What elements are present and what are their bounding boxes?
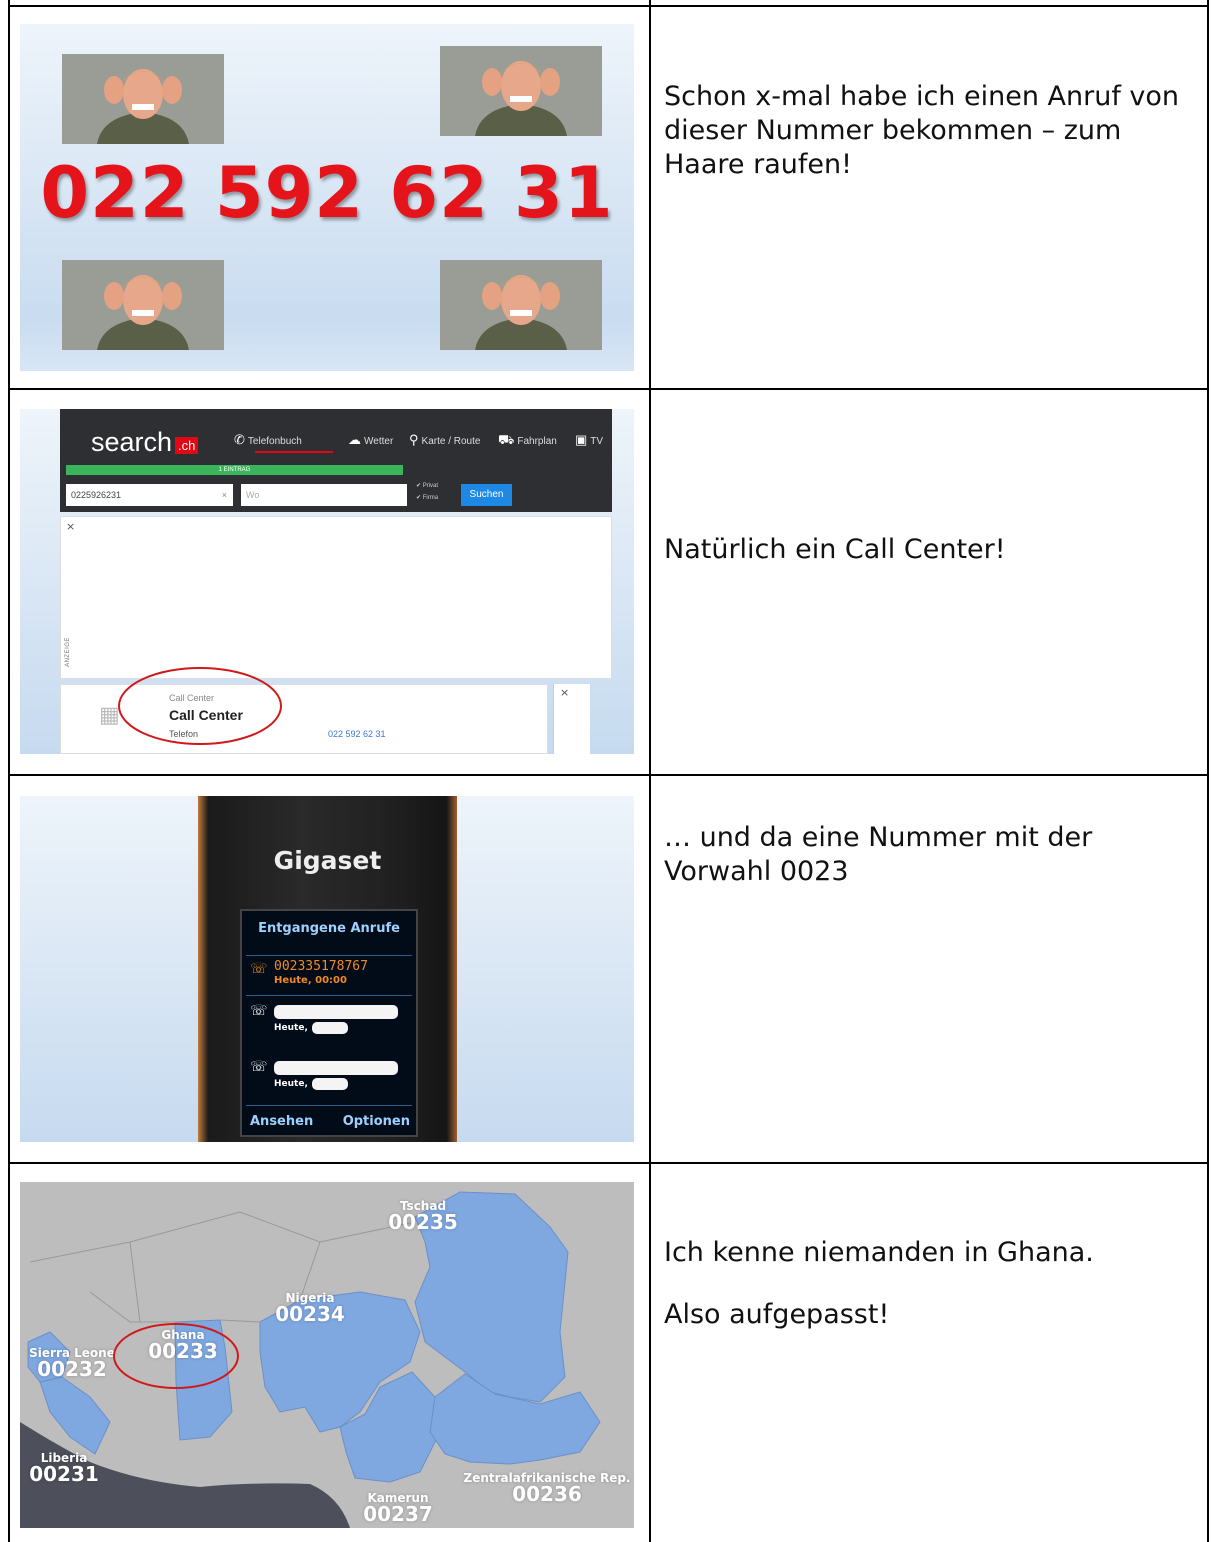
table-border-top: [8, 5, 1209, 7]
row-2-paragraph: Natürlich ein Call Center!: [664, 534, 1006, 565]
gigaset-handset: Gigaset Entgangene Anrufe ☏ 002335178767…: [198, 796, 457, 1142]
clear-icon[interactable]: ×: [222, 484, 227, 506]
missed-call-time: Heute, 00:00: [274, 975, 347, 986]
separator: [246, 995, 412, 996]
nav-karte[interactable]: ⚲ Karte / Route: [409, 432, 480, 448]
angry-man-photo-bottom-right: [440, 260, 602, 350]
result-count-bar: 1 EINTRAG: [66, 465, 403, 475]
map-pin-icon: ⚲: [409, 432, 419, 447]
search-input[interactable]: 0225926231 ×: [66, 484, 233, 506]
label-tschad: Tschad 00235: [388, 1199, 458, 1234]
redacted-time: [312, 1022, 348, 1034]
search-button[interactable]: Suchen: [461, 484, 512, 506]
label-zentralafrikanische-rep: Zentralafrikanische Rep. 00236: [463, 1471, 631, 1506]
ad-label: ANZEIGE: [64, 637, 71, 667]
promo-image: 022 592 62 31: [20, 24, 634, 371]
africa-map: Tschad 00235 Nigeria 00234 Ghana 00233 Sier…: [20, 1182, 634, 1528]
nav-telefonbuch[interactable]: ✆ Telefonbuch: [234, 432, 302, 448]
train-icon: ⛟: [498, 432, 515, 447]
phone-brand: Gigaset: [273, 846, 382, 875]
nav-wetter[interactable]: ☁ Wetter: [348, 432, 393, 448]
red-circle-annotation: [118, 667, 282, 745]
table-border-left: [8, 0, 10, 1542]
where-input[interactable]: Wo: [241, 484, 407, 506]
missed-call-icon: ☏: [250, 1003, 268, 1019]
side-panel: ×: [553, 684, 590, 754]
redacted-time: [312, 1078, 348, 1090]
missed-call-time: Heute,: [274, 1023, 308, 1033]
table-border-right: [1207, 0, 1209, 1542]
label-kamerun: Kamerun 00237: [363, 1491, 433, 1526]
table-border-middle: [649, 0, 651, 1542]
row-4-paragraph-1: Ich kenne niemanden in Ghana.: [664, 1237, 1094, 1268]
nav-active-underline: [255, 451, 333, 453]
row-divider-3: [8, 1162, 1209, 1164]
search-ch-screenshot: search .ch ✆ Telefonbuch ☁ Wetter ⚲ Karte / …: [20, 409, 634, 754]
label-nigeria: Nigeria 00234: [275, 1291, 345, 1326]
checkbox-firma[interactable]: ✔ Firma: [416, 494, 438, 501]
red-circle-annotation: [113, 1323, 239, 1389]
phone-icon: ✆: [234, 432, 245, 447]
row-divider-2: [8, 774, 1209, 776]
checkbox-privat[interactable]: ✔ Privat: [416, 482, 438, 489]
softkey-optionen[interactable]: Optionen: [343, 1114, 410, 1129]
row-3-paragraph: … und da eine Nummer mit der Vorwahl 002…: [664, 822, 1093, 887]
ad-area: × ANZEIGE: [60, 516, 612, 679]
result-phone-number[interactable]: 022 592 62 31: [328, 729, 386, 739]
nav-fahrplan[interactable]: ⛟ Fahrplan: [498, 432, 557, 450]
phone-photo: Gigaset Entgangene Anrufe ☏ 002335178767…: [20, 796, 634, 1142]
separator: [246, 1105, 412, 1106]
label-sierra-leone: Sierra Leone 00232: [29, 1346, 115, 1381]
search-header: search .ch ✆ Telefonbuch ☁ Wetter ⚲ Karte / …: [60, 409, 612, 512]
row-divider-1: [8, 388, 1209, 390]
row-1-paragraph: Schon x-mal habe ich einen Anruf von die…: [664, 81, 1180, 180]
screen-title: Entgangene Anrufe: [258, 921, 400, 936]
row-3-text: … und da eine Nummer mit der Vorwahl 002…: [664, 821, 1194, 917]
row-4-text: Ich kenne niemanden in Ghana. Also aufge…: [664, 1236, 1194, 1360]
redacted-number: [274, 1005, 398, 1019]
redacted-number: [274, 1061, 398, 1075]
softkey-ansehen[interactable]: Ansehen: [250, 1114, 313, 1129]
nav-tv[interactable]: ▣ TV: [575, 432, 603, 448]
angry-man-photo-top-right: [440, 46, 602, 136]
label-liberia: Liberia 00231: [29, 1451, 99, 1486]
big-phone-number: 022 592 62 31: [40, 152, 614, 234]
row-4-paragraph-2: Also aufgepasst!: [664, 1299, 890, 1330]
tv-icon: ▣: [575, 432, 588, 447]
missed-call-icon: ☏: [250, 1059, 268, 1075]
search-logo: search .ch: [91, 427, 199, 458]
missed-call-icon: ☏: [250, 961, 268, 977]
missed-call-time: Heute,: [274, 1079, 308, 1089]
row-1-text: Schon x-mal habe ich einen Anruf von die…: [664, 80, 1194, 210]
weather-icon: ☁: [348, 432, 361, 447]
row-2-text: Natürlich ein Call Center!: [664, 533, 1194, 595]
angry-man-photo-bottom-left: [62, 260, 224, 350]
separator: [246, 955, 412, 956]
phone-screen: Entgangene Anrufe ☏ 002335178767 Heute, …: [240, 909, 418, 1137]
angry-man-photo-top-left: [62, 54, 224, 144]
missed-call-number: 002335178767: [274, 959, 368, 974]
close-icon[interactable]: ×: [66, 520, 75, 533]
close-icon[interactable]: ×: [560, 686, 569, 699]
